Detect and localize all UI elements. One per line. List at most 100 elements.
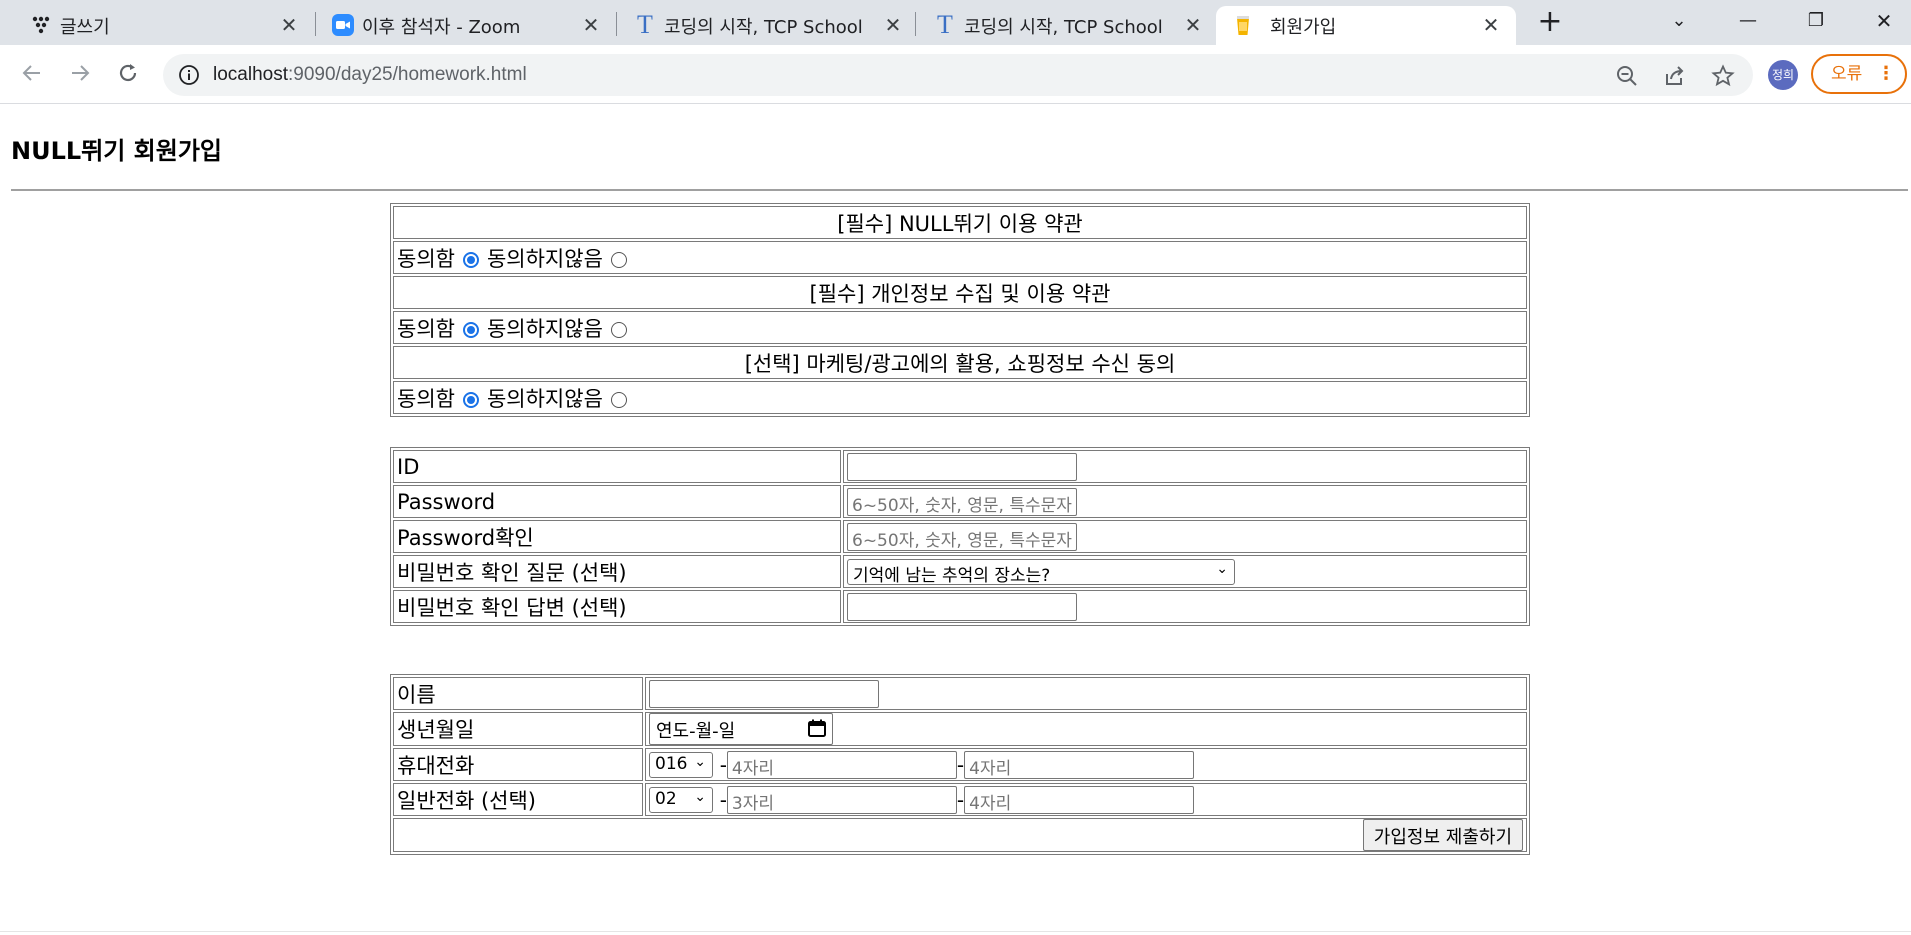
password-confirm-label: Password확인 bbox=[393, 520, 841, 553]
password-confirm-input[interactable]: 6~50자, 숫자, 영문, 특수문자 bbox=[847, 522, 1077, 551]
table-row: ID bbox=[393, 450, 1527, 483]
address-bar-row: localhost:9090/day25/homework.html 정희 오류… bbox=[0, 45, 1911, 104]
table-row: 비밀번호 확인 질문 (선택) 기억에 남는 추억의 장소는? ⌄ bbox=[393, 555, 1527, 588]
tab-signup[interactable]: 회원가입 ✕ bbox=[1216, 6, 1516, 45]
table-row: [필수] NULL뛰기 이용 약관 bbox=[393, 206, 1527, 239]
disagree-label: 동의하지않음 bbox=[486, 316, 603, 341]
name-input[interactable] bbox=[649, 679, 879, 708]
info-icon[interactable] bbox=[178, 64, 200, 86]
mobile-prefix-select[interactable]: 016 ⌄ bbox=[649, 751, 713, 778]
answer-cell bbox=[843, 590, 1527, 623]
error-label: 오류 bbox=[1831, 64, 1863, 84]
disagree-label: 동의하지않음 bbox=[486, 386, 603, 411]
personal-table: 이름 생년월일 연도-월-일 휴대전화 016 ⌄ -4자리 -4자리 일반전화 (… bbox=[390, 674, 1530, 855]
close-tab-icon[interactable]: ✕ bbox=[1182, 14, 1204, 36]
terms-heading: [필수] 개인정보 수집 및 이용 약관 bbox=[393, 276, 1527, 309]
back-arrow-icon[interactable] bbox=[18, 61, 46, 89]
id-label: ID bbox=[393, 450, 841, 483]
phone-label: 일반전화 (선택) bbox=[393, 783, 643, 816]
url-host: localhost bbox=[213, 64, 288, 85]
close-tab-icon[interactable]: ✕ bbox=[1480, 14, 1502, 36]
table-row: 이름 bbox=[393, 677, 1527, 710]
password-confirm-cell: 6~50자, 숫자, 영문, 특수문자 bbox=[843, 520, 1527, 553]
birth-cell: 연도-월-일 bbox=[645, 712, 1527, 746]
phone-last-input[interactable]: 4자리 bbox=[964, 785, 1195, 814]
phone-prefix-select[interactable]: 02 ⌄ bbox=[649, 786, 713, 813]
table-row: Password확인 6~50자, 숫자, 영문, 특수문자 bbox=[393, 520, 1527, 553]
tab-search-chevron-icon[interactable]: ⌄ bbox=[1664, 6, 1694, 36]
close-tab-icon[interactable]: ✕ bbox=[882, 14, 904, 36]
tab-title: 글쓰기 bbox=[60, 16, 110, 38]
tab-tcp-school-2[interactable]: T 코딩의 시작, TCP School ✕ bbox=[934, 6, 1204, 45]
password-label: Password bbox=[393, 485, 841, 518]
disagree-radio[interactable] bbox=[610, 321, 627, 338]
minimize-button[interactable]: — bbox=[1733, 6, 1763, 36]
tab-separator bbox=[315, 12, 316, 36]
answer-label: 비밀번호 확인 답변 (선택) bbox=[393, 590, 841, 623]
mobile-prefix-value: 016 bbox=[655, 753, 688, 774]
new-tab-button[interactable]: + bbox=[1536, 7, 1564, 37]
cup-icon bbox=[1232, 14, 1254, 36]
reload-icon[interactable] bbox=[114, 61, 142, 89]
page-bottom-border bbox=[0, 931, 1911, 932]
submit-cell: 가입정보 제출하기 bbox=[393, 818, 1527, 852]
agree-radio[interactable] bbox=[462, 391, 479, 408]
table-row: 동의함 동의하지않음 bbox=[393, 311, 1527, 344]
agree-radio[interactable] bbox=[462, 251, 479, 268]
dots-logo-icon bbox=[30, 14, 52, 36]
tab-title: 코딩의 시작, TCP School bbox=[664, 16, 863, 38]
tab-zoom[interactable]: 이후 참석자 - Zoom ✕ bbox=[332, 6, 602, 45]
terms-choice-cell: 동의함 동의하지않음 bbox=[393, 241, 1527, 274]
close-window-button[interactable]: ✕ bbox=[1869, 6, 1899, 36]
disagree-radio[interactable] bbox=[610, 251, 627, 268]
close-tab-icon[interactable]: ✕ bbox=[278, 14, 300, 36]
question-label: 비밀번호 확인 질문 (선택) bbox=[393, 555, 841, 588]
agree-radio[interactable] bbox=[462, 321, 479, 338]
share-icon[interactable] bbox=[1663, 64, 1687, 88]
zoom-out-icon[interactable] bbox=[1615, 64, 1639, 88]
forward-arrow-icon[interactable] bbox=[66, 61, 94, 89]
table-row: [선택] 마케팅/광고에의 활용, 쇼핑정보 수신 동의 bbox=[393, 346, 1527, 379]
disagree-radio[interactable] bbox=[610, 391, 627, 408]
terms-choice-cell: 동의함 동의하지않음 bbox=[393, 311, 1527, 344]
close-tab-icon[interactable]: ✕ bbox=[580, 14, 602, 36]
tab-bar: 글쓰기 ✕ 이후 참석자 - Zoom ✕ T 코딩의 시작, TCP Scho… bbox=[0, 0, 1911, 45]
agree-label: 동의함 bbox=[397, 386, 455, 411]
tab-separator bbox=[616, 12, 617, 36]
tab-write[interactable]: 글쓰기 ✕ bbox=[30, 6, 300, 45]
tab-title: 이후 참석자 - Zoom bbox=[362, 16, 521, 38]
disagree-label: 동의하지않음 bbox=[486, 246, 603, 271]
table-row: 동의함 동의하지않음 bbox=[393, 381, 1527, 414]
phone-mid-input[interactable]: 3자리 bbox=[726, 785, 957, 814]
table-row: 가입정보 제출하기 bbox=[393, 818, 1527, 852]
horizontal-rule bbox=[11, 189, 1908, 191]
tab-tcp-school-1[interactable]: T 코딩의 시작, TCP School ✕ bbox=[634, 6, 904, 45]
dash-separator: - bbox=[719, 752, 727, 777]
birth-label: 생년월일 bbox=[393, 712, 643, 746]
url-field[interactable]: localhost:9090/day25/homework.html bbox=[163, 54, 1753, 96]
profile-avatar[interactable]: 정희 bbox=[1768, 60, 1798, 90]
agree-label: 동의함 bbox=[397, 316, 455, 341]
more-menu-icon[interactable]: ⋮ bbox=[1877, 56, 1895, 92]
bookmark-star-icon[interactable] bbox=[1711, 64, 1735, 88]
table-row: 동의함 동의하지않음 bbox=[393, 241, 1527, 274]
mobile-last-input[interactable]: 4자리 bbox=[964, 750, 1195, 779]
table-row: 비밀번호 확인 답변 (선택) bbox=[393, 590, 1527, 623]
error-button[interactable]: 오류 ⋮ bbox=[1811, 54, 1907, 94]
table-row: Password 6~50자, 숫자, 영문, 특수문자 bbox=[393, 485, 1527, 518]
terms-choice-cell: 동의함 동의하지않음 bbox=[393, 381, 1527, 414]
mobile-mid-input[interactable]: 4자리 bbox=[726, 750, 957, 779]
name-cell bbox=[645, 677, 1527, 710]
id-input[interactable] bbox=[847, 452, 1077, 481]
question-select[interactable]: 기억에 남는 추억의 장소는? ⌄ bbox=[847, 558, 1235, 586]
birthdate-input[interactable]: 연도-월-일 bbox=[649, 713, 833, 745]
restore-button[interactable]: ❐ bbox=[1801, 6, 1831, 36]
password-input[interactable]: 6~50자, 숫자, 영문, 특수문자 bbox=[847, 487, 1077, 516]
url-text: localhost:9090/day25/homework.html bbox=[213, 64, 527, 86]
answer-input[interactable] bbox=[847, 592, 1077, 621]
calendar-icon[interactable] bbox=[808, 719, 826, 737]
tab-separator bbox=[915, 12, 916, 36]
chevron-down-icon: ⌄ bbox=[694, 788, 706, 805]
submit-button[interactable]: 가입정보 제출하기 bbox=[1362, 819, 1523, 851]
dash-separator: - bbox=[956, 752, 965, 777]
